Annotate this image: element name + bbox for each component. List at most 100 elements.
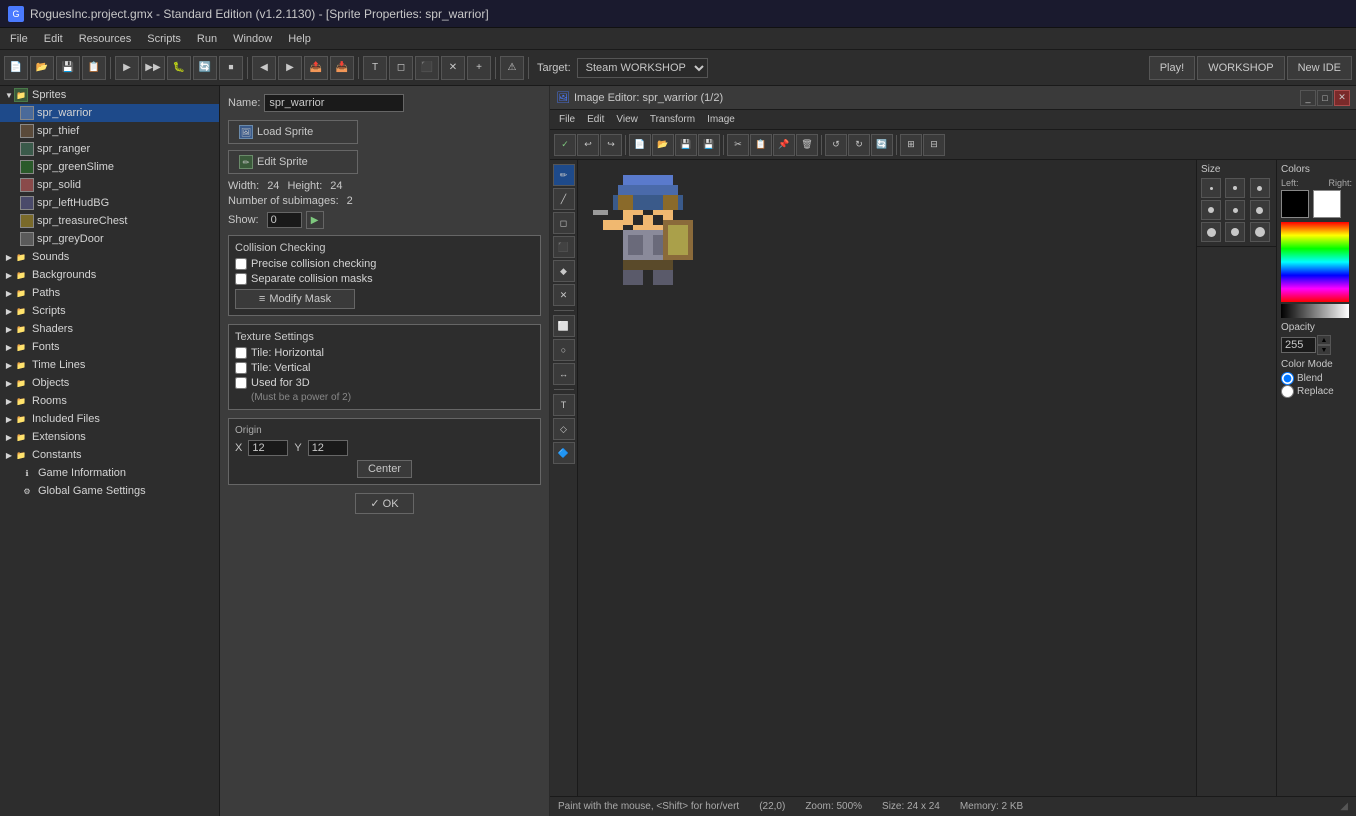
ie-tool-flip-h[interactable]: ↔: [553, 363, 575, 385]
sidebar-item-spr-ranger[interactable]: spr_ranger: [0, 140, 219, 158]
ie-tb-cut[interactable]: ✂: [727, 134, 749, 156]
ie-tb-grid[interactable]: ⊞: [900, 134, 922, 156]
toolbar-save[interactable]: 💾: [56, 56, 80, 80]
toolbar-shape[interactable]: ◻: [389, 56, 413, 80]
ie-tb-undo[interactable]: ↩: [577, 134, 599, 156]
ie-close[interactable]: ✕: [1334, 90, 1350, 106]
ie-menu-file[interactable]: File: [554, 113, 580, 126]
left-color-swatch[interactable]: [1281, 190, 1309, 218]
ie-tb-save[interactable]: 💾: [675, 134, 697, 156]
show-input[interactable]: [267, 212, 302, 228]
toolbar-next[interactable]: ▶: [278, 56, 302, 80]
ie-minimize[interactable]: _: [1300, 90, 1316, 106]
ie-tool-line[interactable]: ╱: [553, 188, 575, 210]
tile-vertical-checkbox[interactable]: [235, 362, 247, 374]
ie-maximize[interactable]: □: [1317, 90, 1333, 106]
ie-tb-refresh2[interactable]: ↻: [848, 134, 870, 156]
target-select[interactable]: Steam WORKSHOP: [577, 58, 708, 78]
size-md-2[interactable]: [1225, 200, 1245, 220]
show-arrow-btn[interactable]: ▶: [306, 211, 324, 229]
ie-tool-select-rect[interactable]: ⬜: [553, 315, 575, 337]
menu-run[interactable]: Run: [191, 31, 223, 47]
ie-menu-transform[interactable]: Transform: [645, 113, 700, 126]
size-sm-1[interactable]: [1201, 178, 1221, 198]
workshop-button[interactable]: WORKSHOP: [1197, 56, 1284, 80]
play-button[interactable]: Play!: [1149, 56, 1195, 80]
replace-radio[interactable]: [1281, 385, 1294, 398]
color-spectrum[interactable]: [1281, 222, 1349, 302]
name-input[interactable]: spr_warrior: [264, 94, 404, 112]
ie-tb-refresh[interactable]: ↺: [825, 134, 847, 156]
ie-tb-new[interactable]: 📄: [629, 134, 651, 156]
sidebar-group-sprites[interactable]: ▼ 📁 Sprites: [0, 86, 219, 104]
sidebar-group-fonts[interactable]: ▶ 📁 Fonts: [0, 338, 219, 356]
ie-tool-color-pick[interactable]: 🔷: [553, 442, 575, 464]
size-lg-2[interactable]: [1225, 222, 1245, 242]
ie-tool-cross[interactable]: ✕: [553, 284, 575, 306]
toolbar-run2[interactable]: ▶▶: [141, 56, 165, 80]
size-lg-1[interactable]: [1201, 222, 1221, 242]
size-sm-2[interactable]: [1225, 178, 1245, 198]
toolbar-text[interactable]: T: [363, 56, 387, 80]
sidebar-item-spr-solid[interactable]: spr_solid: [0, 176, 219, 194]
sidebar-item-game-info[interactable]: ℹ Game Information: [0, 464, 219, 482]
sidebar-item-spr-warrior[interactable]: spr_warrior: [0, 104, 219, 122]
menu-resources[interactable]: Resources: [73, 31, 138, 47]
blend-radio[interactable]: [1281, 372, 1294, 385]
ie-tb-paste[interactable]: 📌: [773, 134, 795, 156]
sidebar-group-shaders[interactable]: ▶ 📁 Shaders: [0, 320, 219, 338]
toolbar-warn[interactable]: ⚠: [500, 56, 524, 80]
color-gray-bar[interactable]: [1281, 304, 1349, 318]
toolbar-import[interactable]: 📥: [330, 56, 354, 80]
origin-x-input[interactable]: [248, 440, 288, 456]
precise-collision-checkbox[interactable]: [235, 258, 247, 270]
ie-tool-circle[interactable]: ○: [553, 339, 575, 361]
ie-tool-eraser[interactable]: ◻: [553, 212, 575, 234]
ie-tool-pencil[interactable]: ✏: [553, 164, 575, 186]
toolbar-prev[interactable]: ◀: [252, 56, 276, 80]
origin-y-input[interactable]: [308, 440, 348, 456]
separate-masks-checkbox[interactable]: [235, 273, 247, 285]
toolbar-debug[interactable]: 🐛: [167, 56, 191, 80]
new-ide-button[interactable]: New IDE: [1287, 56, 1352, 80]
ie-tool-diamond2[interactable]: ◇: [553, 418, 575, 440]
sidebar-group-included-files[interactable]: ▶ 📁 Included Files: [0, 410, 219, 428]
right-color-swatch[interactable]: [1313, 190, 1341, 218]
toolbar-cross[interactable]: ✕: [441, 56, 465, 80]
toolbar-plus[interactable]: +: [467, 56, 491, 80]
sidebar-item-spr-greydoor[interactable]: spr_greyDoor: [0, 230, 219, 248]
toolbar-run[interactable]: ▶: [115, 56, 139, 80]
toolbar-save-as[interactable]: 📋: [82, 56, 106, 80]
sidebar-item-spr-lefthud[interactable]: spr_leftHudBG: [0, 194, 219, 212]
used-3d-checkbox[interactable]: [235, 377, 247, 389]
menu-scripts[interactable]: Scripts: [141, 31, 187, 47]
menu-window[interactable]: Window: [227, 31, 278, 47]
sidebar-group-paths[interactable]: ▶ 📁 Paths: [0, 284, 219, 302]
sidebar-group-sounds[interactable]: ▶ 📁 Sounds: [0, 248, 219, 266]
opacity-input[interactable]: [1281, 337, 1316, 353]
sidebar-group-scripts[interactable]: ▶ 📁 Scripts: [0, 302, 219, 320]
sidebar-item-global-settings[interactable]: ⚙ Global Game Settings: [0, 482, 219, 500]
size-md-3[interactable]: [1250, 200, 1270, 220]
toolbar-new[interactable]: 📄: [4, 56, 28, 80]
opacity-up[interactable]: ▲: [1317, 335, 1331, 345]
sidebar-group-backgrounds[interactable]: ▶ 📁 Backgrounds: [0, 266, 219, 284]
ie-tb-delete[interactable]: 🗑: [796, 134, 818, 156]
sidebar-item-spr-thief[interactable]: spr_thief: [0, 122, 219, 140]
ie-tb-redo[interactable]: ↪: [600, 134, 622, 156]
toolbar-export[interactable]: 📤: [304, 56, 328, 80]
ie-menu-image[interactable]: Image: [702, 113, 740, 126]
load-sprite-button[interactable]: 🖼 Load Sprite: [228, 120, 358, 144]
center-button[interactable]: Center: [357, 460, 412, 478]
ie-menu-edit[interactable]: Edit: [582, 113, 609, 126]
size-md-1[interactable]: [1201, 200, 1221, 220]
ie-tool-fill[interactable]: ⬛: [553, 236, 575, 258]
sidebar-group-extensions[interactable]: ▶ 📁 Extensions: [0, 428, 219, 446]
menu-file[interactable]: File: [4, 31, 34, 47]
ie-tb-rotate[interactable]: 🔄: [871, 134, 893, 156]
ie-tb-open[interactable]: 📂: [652, 134, 674, 156]
ie-tb-copy[interactable]: 📋: [750, 134, 772, 156]
sidebar-group-rooms[interactable]: ▶ 📁 Rooms: [0, 392, 219, 410]
ie-tb-grid2[interactable]: ⊟: [923, 134, 945, 156]
ie-tool-text[interactable]: T: [553, 394, 575, 416]
